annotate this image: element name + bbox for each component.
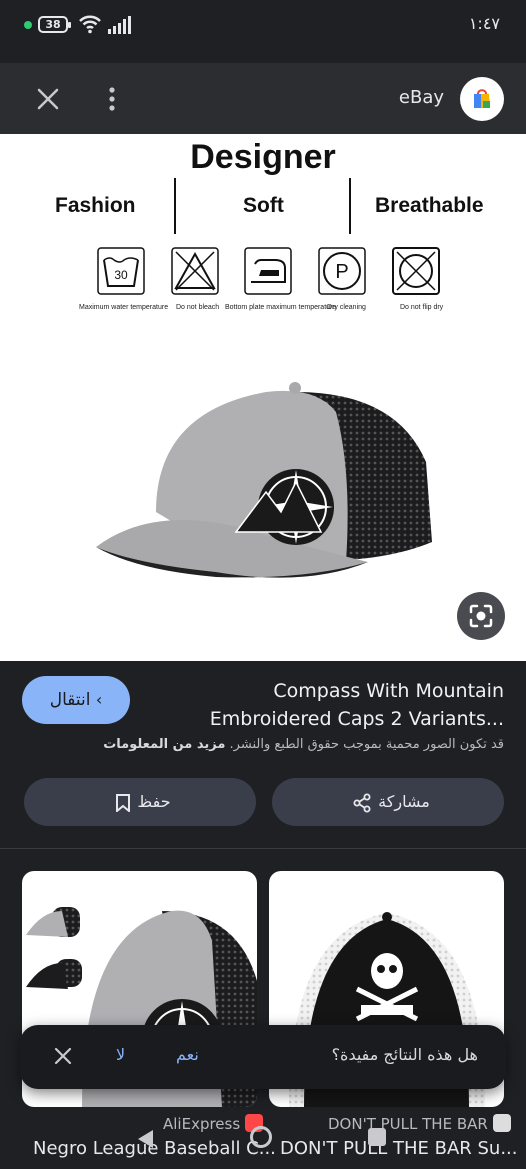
bookmark-icon [116, 793, 131, 813]
no-tumble-dry-icon [392, 247, 440, 295]
svg-text:P: P [335, 261, 348, 283]
back-icon[interactable] [135, 1128, 155, 1150]
no-bleach-icon [171, 247, 219, 295]
wifi-icon [79, 15, 101, 34]
dry-clean-icon: P [318, 247, 366, 295]
care-label: Bottom plate maximum temperature [225, 304, 337, 311]
visit-button[interactable]: انتقال ‹ [22, 676, 130, 724]
share-button[interactable]: مشاركة [272, 778, 504, 826]
recording-dot-icon [24, 21, 32, 29]
product-image[interactable]: Designer Fashion Soft Breathable 30 P Ma… [0, 134, 526, 661]
chevron-left-icon: ‹ [95, 690, 103, 709]
care-label: Dry cleaning [327, 304, 366, 311]
top-bar: eBay [0, 63, 526, 134]
feedback-yes-button[interactable]: نعم [176, 1045, 199, 1064]
hero-title: Designer [190, 138, 336, 176]
copyright-notice: قد تكون الصور محمية بموجب حقوق الطبع وال… [103, 737, 504, 752]
wash-30-icon: 30 [97, 247, 145, 295]
feedback-snackbar: لا نعم هل هذه النتائج مفيدة؟ [20, 1025, 506, 1089]
clock: ١:٤٧ [468, 14, 500, 33]
status-bar: 38 ١:٤٧ [0, 0, 526, 52]
result-title[interactable]: Compass With Mountain Embroidered Caps 2… [184, 677, 504, 733]
care-label: Maximum water temperature [79, 304, 169, 311]
care-label: Do not bleach [176, 304, 220, 311]
svg-text:30: 30 [114, 268, 128, 282]
close-icon[interactable] [36, 87, 60, 111]
cap-image [96, 382, 432, 578]
divider [174, 178, 176, 234]
iron-icon [244, 247, 292, 295]
save-button[interactable]: حفظ [24, 778, 256, 826]
result-info: انتقال ‹ Compass With Mountain Embroider… [0, 661, 526, 849]
shopping-bag-icon[interactable] [460, 77, 504, 121]
recents-icon[interactable] [368, 1128, 386, 1146]
more-options-icon[interactable] [100, 85, 124, 113]
more-info-link[interactable]: مزيد من المعلومات [103, 737, 225, 752]
system-nav-bar [0, 1122, 526, 1169]
divider [349, 178, 351, 234]
home-icon[interactable] [250, 1126, 272, 1148]
battery-icon: 38 [38, 16, 71, 33]
feature-fashion: Fashion [55, 194, 136, 217]
signal-icon [108, 16, 131, 34]
care-label: Do not flip dry [400, 304, 444, 311]
feedback-question: هل هذه النتائج مفيدة؟ [331, 1045, 478, 1064]
lens-search-icon[interactable] [457, 592, 505, 640]
feature-soft: Soft [243, 194, 284, 217]
section-divider [0, 848, 526, 849]
visit-label: انتقال [49, 690, 91, 710]
share-icon [353, 793, 371, 812]
close-icon[interactable] [52, 1045, 74, 1067]
feature-breathable: Breathable [375, 194, 484, 217]
feedback-no-button[interactable]: لا [116, 1045, 125, 1064]
site-title[interactable]: eBay [399, 87, 444, 108]
